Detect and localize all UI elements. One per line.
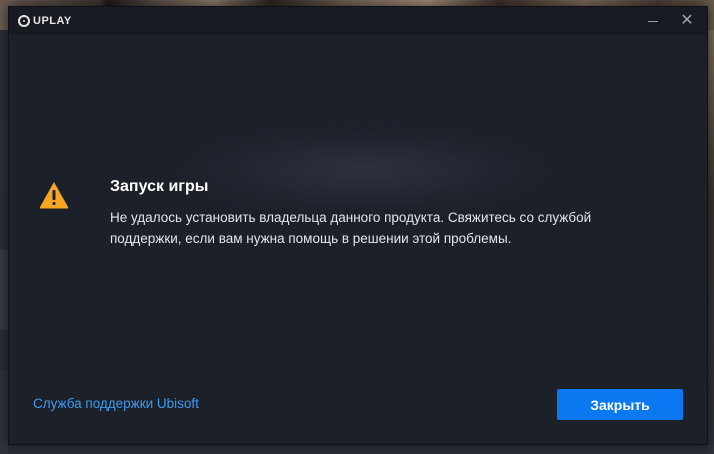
uplay-logo: UPLAY — [18, 13, 72, 29]
background-app-panel — [0, 370, 8, 454]
background-app-panel — [0, 250, 8, 330]
uplay-logo-text: UPLAY — [33, 15, 72, 27]
close-button[interactable]: Закрыть — [557, 389, 683, 420]
dialog-message: Не удалось установить владельца данного … — [110, 210, 592, 246]
dialog-title: Запуск игры — [110, 178, 209, 195]
ubisoft-support-link[interactable]: Служба поддержки Ubisoft — [33, 396, 199, 411]
background-app-panel — [0, 120, 8, 190]
warning-icon — [39, 182, 69, 209]
error-dialog-window: UPLAY ✕ Запуск игры Не удалось установит… — [8, 6, 708, 445]
title-bar: UPLAY ✕ — [9, 7, 707, 35]
blurred-background-logo — [169, 125, 559, 215]
close-icon[interactable]: ✕ — [676, 11, 698, 31]
uplay-logo-icon — [18, 15, 30, 27]
minimize-icon[interactable] — [642, 11, 664, 31]
background-app-panel — [708, 30, 714, 454]
